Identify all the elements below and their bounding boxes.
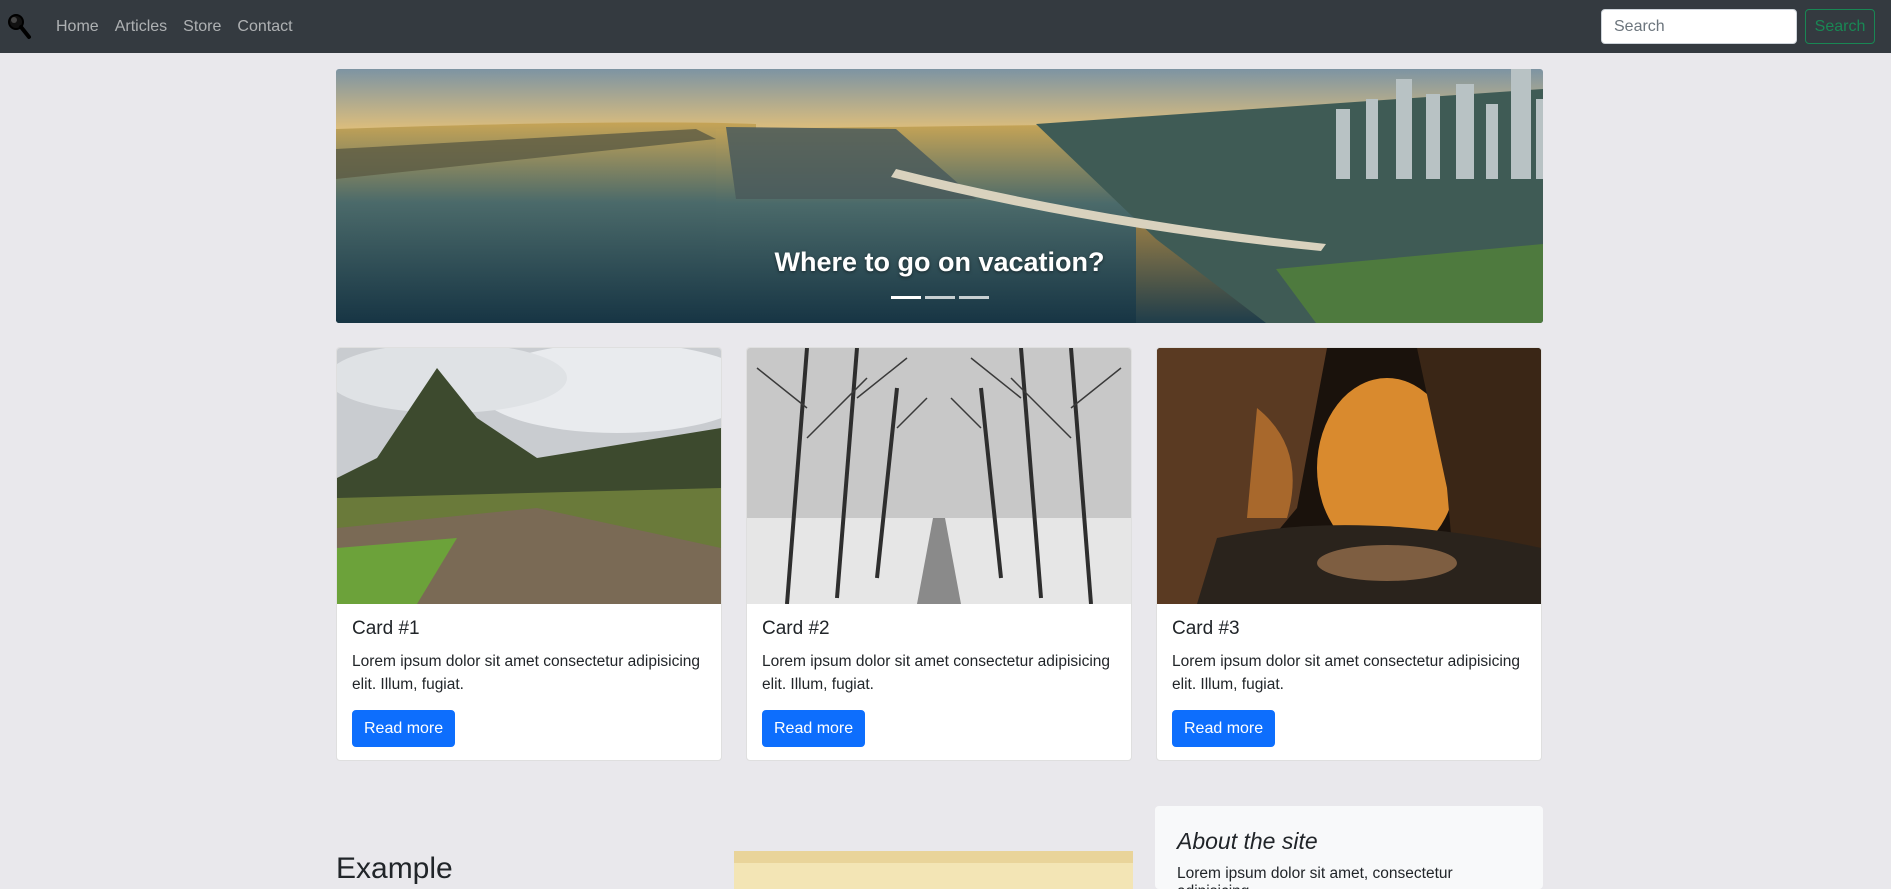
carousel-indicators	[336, 296, 1543, 299]
carousel-indicator-1[interactable]	[890, 296, 921, 299]
search-input[interactable]	[1601, 9, 1797, 44]
nav-link-store[interactable]: Store	[183, 18, 221, 36]
about-sidebar: About the site Lorem ipsum dolor sit ame…	[1155, 806, 1543, 889]
card-text: Lorem ipsum dolor sit amet consectetur a…	[762, 653, 1111, 693]
card-title: Card #1	[352, 618, 420, 639]
carousel-indicator-3[interactable]	[958, 296, 989, 299]
example-image	[734, 851, 1133, 889]
card-image-ruins	[337, 348, 721, 604]
carousel-city-image	[336, 69, 1543, 323]
card-2: Card #2 Lorem ipsum dolor sit amet conse…	[746, 347, 1132, 761]
example-heading: Example	[336, 852, 453, 885]
read-more-button[interactable]: Read more	[762, 710, 866, 747]
search-button[interactable]: Search	[1805, 9, 1875, 44]
read-more-button[interactable]: Read more	[352, 710, 456, 747]
card-text: Lorem ipsum dolor sit amet consectetur a…	[1172, 653, 1521, 693]
read-more-button[interactable]: Read more	[1172, 710, 1276, 747]
about-text: Lorem ipsum dolor sit amet, consectetur …	[1177, 865, 1453, 889]
about-title: About the site	[1177, 828, 1318, 854]
card-image-trees	[747, 348, 1131, 604]
hero-carousel[interactable]: Where to go on vacation?	[336, 69, 1543, 323]
card-1: Card #1 Lorem ipsum dolor sit amet conse…	[336, 347, 722, 761]
carousel-caption: Where to go on vacation?	[774, 247, 1105, 277]
card-image-canyon	[1157, 348, 1541, 604]
carousel-indicator-2[interactable]	[924, 296, 955, 299]
card-3: Card #3 Lorem ipsum dolor sit amet conse…	[1156, 347, 1542, 761]
nav-link-contact[interactable]: Contact	[237, 18, 292, 36]
card-title: Card #3	[1172, 618, 1240, 639]
card-text: Lorem ipsum dolor sit amet consectetur a…	[352, 653, 701, 693]
nav-link-home[interactable]: Home	[56, 18, 99, 36]
nav-link-articles[interactable]: Articles	[115, 18, 167, 36]
nav-links: Home Articles Store Contact	[56, 0, 293, 53]
magnifier-logo-icon[interactable]	[6, 12, 32, 40]
card-title: Card #2	[762, 618, 830, 639]
top-navbar: Home Articles Store Contact Search	[0, 0, 1891, 53]
